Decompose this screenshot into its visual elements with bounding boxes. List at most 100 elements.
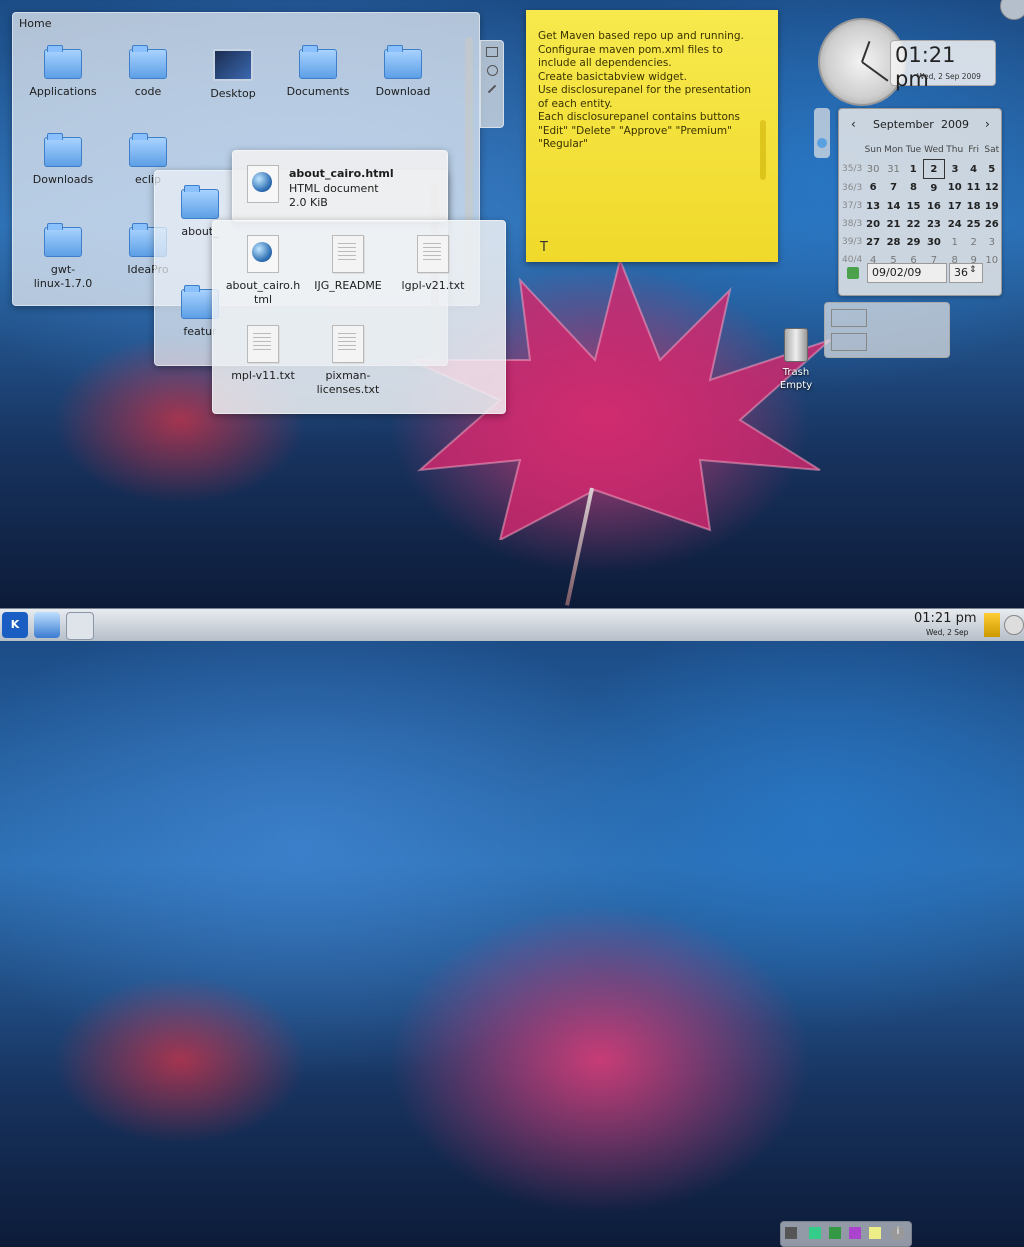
- text-file-icon: [247, 325, 279, 363]
- file-item[interactable]: gwt- linux-1.7.0: [18, 223, 108, 291]
- widget-slot-1[interactable]: [831, 309, 867, 327]
- cashew-icon[interactable]: [1004, 615, 1024, 635]
- file-item[interactable]: pixman- licenses.txt: [303, 325, 393, 397]
- week-number: 37/3: [842, 201, 863, 211]
- calendar-day[interactable]: 4: [965, 160, 983, 179]
- file-item[interactable]: Downloads: [18, 133, 108, 187]
- calendar-day[interactable]: 2: [922, 159, 946, 179]
- kde-menu-icon[interactable]: K: [2, 612, 28, 638]
- file-item[interactable]: mpl-v11.txt: [218, 325, 308, 383]
- calendar-day[interactable]: 5: [983, 160, 1001, 179]
- calendar-day[interactable]: 22: [904, 215, 923, 233]
- calendar-day[interactable]: 25: [965, 215, 983, 233]
- calendar-day[interactable]: 3: [983, 233, 1001, 251]
- calendar-day[interactable]: 6: [863, 179, 883, 198]
- calendar-day[interactable]: 16: [923, 197, 945, 215]
- wrench-icon[interactable]: [487, 84, 497, 94]
- trash-icon[interactable]: [784, 328, 808, 362]
- week-spinner-icon[interactable]: ⇕: [969, 265, 977, 275]
- sticky-note[interactable]: Get Maven based repo up and running. Con…: [526, 10, 778, 262]
- calendar-day[interactable]: 23: [923, 215, 945, 233]
- calendar-widget[interactable]: ‹ September 2009 › Sun Mon Tue Wed Thu Fri Sat…: [838, 108, 1002, 296]
- calendar-day[interactable]: 7: [883, 179, 904, 198]
- folder-icon: [181, 185, 219, 219]
- network-icon[interactable]: [809, 1227, 821, 1239]
- widget-toggle-icon[interactable]: [817, 138, 827, 148]
- week-number: 35/3: [842, 164, 863, 174]
- tooltip-type: HTML document: [289, 182, 379, 195]
- calendar-day[interactable]: 21: [883, 215, 904, 233]
- monitor-icon[interactable]: [829, 1227, 841, 1239]
- calendar-day[interactable]: 9: [923, 179, 945, 198]
- calendar-next-button[interactable]: ›: [985, 117, 990, 131]
- text-format-icon[interactable]: T: [540, 240, 548, 255]
- calendar-day[interactable]: 30: [923, 233, 945, 251]
- calendar-day[interactable]: 13: [863, 197, 883, 215]
- calendar-day[interactable]: 2: [965, 233, 983, 251]
- calendar-year[interactable]: 2009: [941, 118, 969, 131]
- calendar-day[interactable]: 20: [863, 215, 883, 233]
- widget-slot-2[interactable]: [831, 333, 867, 351]
- calendar-day[interactable]: 1: [904, 160, 923, 179]
- calendar-day[interactable]: 12: [983, 179, 1001, 198]
- calendar-day[interactable]: 28: [883, 233, 904, 251]
- resize-icon[interactable]: [486, 47, 498, 57]
- clock-time: 01:21 pm: [895, 43, 956, 91]
- file-item[interactable]: about_cairo.h tml: [218, 235, 308, 307]
- file-item[interactable]: lgpl-v21.txt: [388, 235, 478, 293]
- trash[interactable]: Trash Empty: [778, 328, 814, 392]
- calendar-day[interactable]: 1: [945, 233, 965, 251]
- calendar-day[interactable]: 24: [945, 215, 965, 233]
- week-field[interactable]: 36: [949, 263, 983, 283]
- file-item[interactable]: Documents: [273, 45, 363, 99]
- file-item-label: code: [134, 85, 162, 98]
- calendar-day[interactable]: 26: [983, 215, 1001, 233]
- front-folderview[interactable]: about_cairo.h tml IJG_README lgpl-v21.txt m…: [212, 220, 506, 414]
- calendar-day[interactable]: 3: [945, 160, 965, 179]
- note-scrollbar[interactable]: [760, 120, 766, 180]
- day-header: Sun: [864, 145, 882, 156]
- battery-icon[interactable]: [984, 613, 1000, 637]
- file-item-label: mpl-v11.txt: [231, 369, 295, 382]
- file-item[interactable]: Applications: [18, 45, 108, 99]
- home-title: Home: [19, 17, 52, 30]
- file-item[interactable]: Download: [358, 45, 448, 99]
- file-item-label: gwt- linux-1.7.0: [33, 263, 93, 290]
- calendar-day[interactable]: 15: [904, 197, 923, 215]
- empty-widget[interactable]: [824, 302, 950, 358]
- calendar-day[interactable]: 14: [883, 197, 904, 215]
- calendar-day[interactable]: 27: [863, 233, 883, 251]
- info-icon[interactable]: i: [891, 1226, 905, 1240]
- calendar-day[interactable]: 10: [983, 251, 1001, 269]
- calendar-prev-button[interactable]: ‹: [851, 117, 856, 131]
- volume-icon[interactable]: [785, 1227, 797, 1239]
- folderview-handle[interactable]: [480, 40, 504, 128]
- notes-icon[interactable]: [869, 1227, 881, 1239]
- calendar-day[interactable]: 8: [904, 179, 923, 198]
- system-tray[interactable]: i: [780, 1221, 912, 1247]
- computer-icon[interactable]: [34, 612, 60, 638]
- taskbar-date[interactable]: Wed, 2 Sep: [926, 628, 968, 637]
- date-field[interactable]: 09/02/09: [867, 263, 947, 283]
- note-text[interactable]: Get Maven based repo up and running. Con…: [538, 30, 758, 152]
- file-item[interactable]: code: [103, 45, 193, 99]
- widget-handle[interactable]: [814, 108, 830, 158]
- taskbar-time[interactable]: 01:21 pm: [914, 611, 977, 626]
- calendar-day[interactable]: 11: [965, 179, 983, 198]
- file-item[interactable]: Desktop: [188, 49, 278, 101]
- calendar-day[interactable]: 30: [863, 160, 883, 179]
- calendar-day[interactable]: 31: [883, 160, 904, 179]
- top-cashew-icon[interactable]: [1000, 0, 1024, 20]
- calendar-day[interactable]: 19: [983, 197, 1001, 215]
- day-header: Tue: [905, 145, 922, 156]
- calendar-day[interactable]: 18: [965, 197, 983, 215]
- calendar-day[interactable]: 29: [904, 233, 923, 251]
- folder-icon: [384, 45, 422, 79]
- pager-icon[interactable]: [66, 612, 94, 640]
- calendar-day[interactable]: 10: [945, 179, 965, 198]
- calendar-month[interactable]: September: [873, 118, 934, 131]
- calendar-day[interactable]: 17: [945, 197, 965, 215]
- rotate-icon[interactable]: [486, 65, 498, 76]
- klipper-icon[interactable]: [849, 1227, 861, 1239]
- file-item[interactable]: IJG_README: [303, 235, 393, 293]
